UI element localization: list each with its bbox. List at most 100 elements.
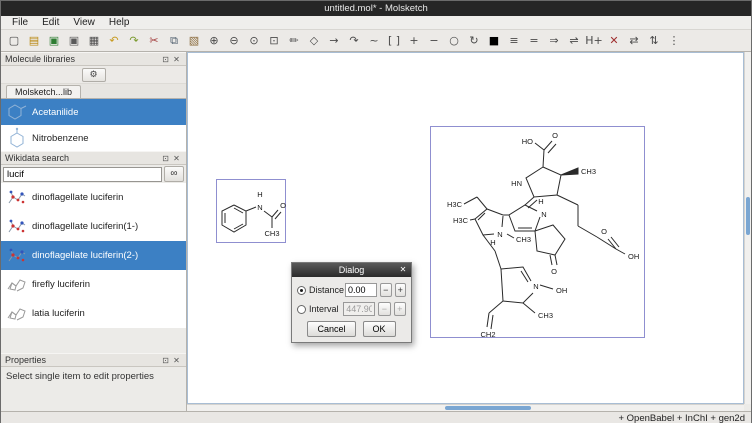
- gear-icon: ⚙: [89, 70, 97, 79]
- float-panel-icon[interactable]: ⊡: [160, 154, 171, 163]
- toolbar-button-glyph: ▦: [89, 35, 99, 46]
- search-button[interactable]: ∞: [164, 166, 184, 182]
- wikidata-result-item[interactable]: latia luciferin: [1, 299, 186, 328]
- bracket-tool-icon[interactable]: [ ]: [384, 31, 404, 50]
- float-panel-icon[interactable]: ⊡: [160, 356, 171, 365]
- copy-icon[interactable]: ⧉: [164, 31, 184, 50]
- titlebar[interactable]: untitled.mol* - Molsketch: [1, 1, 751, 16]
- acetanilide-molecule[interactable]: H N O CH3: [217, 180, 287, 244]
- toolbar-button-glyph: ↶: [109, 35, 118, 46]
- atom-label: O: [601, 227, 607, 236]
- atom-label: N: [257, 203, 262, 212]
- redo-icon[interactable]: ↷: [124, 31, 144, 50]
- vertical-scrollbar[interactable]: [744, 52, 751, 404]
- charge-plus-tool-icon[interactable]: +: [404, 31, 424, 50]
- library-item-label: Nitrobenzene: [32, 133, 89, 144]
- equilibrium-arrow-icon[interactable]: ⇌: [564, 31, 584, 50]
- horizontal-scrollbar-thumb[interactable]: [445, 406, 531, 410]
- dialog-title: Dialog: [339, 265, 365, 275]
- color-picker-icon[interactable]: ■: [484, 31, 504, 50]
- distance-increment-button[interactable]: +: [395, 283, 407, 297]
- interval-radio[interactable]: [297, 305, 306, 314]
- options-menu-icon[interactable]: ⋮: [664, 31, 684, 50]
- float-panel-icon[interactable]: ⊡: [160, 55, 171, 64]
- close-icon[interactable]: ✕: [397, 264, 409, 276]
- bond-width-icon[interactable]: ≡: [504, 31, 524, 50]
- wikidata-results-list: dinoflagellate luciferin dinoflagellate …: [1, 183, 186, 328]
- menu-item[interactable]: View: [66, 16, 102, 29]
- toolbar-button-glyph: →: [329, 35, 338, 46]
- distance-row: Distance − +: [297, 283, 406, 297]
- paste-icon[interactable]: ▧: [184, 31, 204, 50]
- dialog-titlebar[interactable]: Dialog ✕: [292, 263, 411, 277]
- close-panel-icon[interactable]: ✕: [171, 356, 182, 365]
- wikidata-result-item[interactable]: dinoflagellate luciferin(1-): [1, 212, 186, 241]
- retro-arrow-icon[interactable]: ⇒: [544, 31, 564, 50]
- flip-vertical-icon[interactable]: ⇅: [644, 31, 664, 50]
- interval-input[interactable]: [343, 302, 375, 316]
- luciferin-molecule[interactable]: HO O CH3 HN H N H3C H3C N H CH3 O O OH: [431, 127, 646, 339]
- distance-decrement-button[interactable]: −: [380, 283, 392, 297]
- toolbar-button-glyph: ↷: [349, 35, 358, 46]
- lasso-tool-icon[interactable]: ~: [364, 31, 384, 50]
- hydrogen-add-icon[interactable]: H+: [584, 31, 604, 50]
- draw-tool-icon[interactable]: ✏: [284, 31, 304, 50]
- print-icon[interactable]: ▦: [84, 31, 104, 50]
- toolbar-button-glyph: ▣: [49, 35, 59, 46]
- bond-lines: [222, 205, 281, 232]
- search-input[interactable]: [3, 167, 162, 182]
- menu-item[interactable]: Edit: [35, 16, 66, 29]
- rotate-tool-icon[interactable]: ↻: [464, 31, 484, 50]
- double-bond-icon[interactable]: =: [524, 31, 544, 50]
- library-item[interactable]: Nitrobenzene: [1, 125, 186, 151]
- toolbar-button-glyph: ↷: [129, 35, 138, 46]
- cut-icon[interactable]: ✂: [144, 31, 164, 50]
- menu-item[interactable]: Help: [102, 16, 137, 29]
- vertical-scrollbar-thumb[interactable]: [746, 197, 750, 235]
- interval-decrement-button[interactable]: −: [378, 302, 390, 316]
- toolbar-button-glyph: ▤: [29, 35, 39, 46]
- new-document-icon[interactable]: ▢: [4, 31, 24, 50]
- drawing-canvas[interactable]: H N O CH3: [187, 52, 744, 404]
- flip-horizontal-icon[interactable]: ⇄: [624, 31, 644, 50]
- close-panel-icon[interactable]: ✕: [171, 154, 182, 163]
- result-label: dinoflagellate luciferin(1-): [32, 221, 138, 232]
- library-item[interactable]: Acetanilide: [1, 99, 186, 125]
- wikidata-search-title: Wikidata search: [5, 153, 160, 163]
- selection-box[interactable]: H N O CH3: [216, 179, 286, 243]
- delete-tool-icon[interactable]: ✕: [604, 31, 624, 50]
- horizontal-scrollbar[interactable]: [187, 404, 744, 411]
- ok-button[interactable]: OK: [363, 321, 396, 337]
- interval-label: Interval: [309, 304, 340, 314]
- wikidata-result-item[interactable]: firefly luciferin: [1, 270, 186, 299]
- zoom-original-icon[interactable]: ⊙: [244, 31, 264, 50]
- cancel-button[interactable]: Cancel: [307, 321, 355, 337]
- close-panel-icon[interactable]: ✕: [171, 55, 182, 64]
- open-file-icon[interactable]: ▤: [24, 31, 44, 50]
- ring-tool-icon[interactable]: ◇: [304, 31, 324, 50]
- cyclohexane-ring-tool-icon[interactable]: ○: [444, 31, 464, 50]
- atom-label: OH: [628, 252, 639, 261]
- save-as-icon[interactable]: ▣: [64, 31, 84, 50]
- library-list: Acetanilide Nitrobenzene: [1, 99, 186, 151]
- reaction-arrow-tool-icon[interactable]: →: [324, 31, 344, 50]
- tab-molsketch-lib[interactable]: Molsketch...lib: [6, 85, 81, 98]
- atom-label: H: [538, 197, 543, 206]
- atom-label: O: [552, 131, 558, 140]
- zoom-out-icon[interactable]: ⊖: [224, 31, 244, 50]
- distance-input[interactable]: [345, 283, 377, 297]
- undo-icon[interactable]: ↶: [104, 31, 124, 50]
- selection-box[interactable]: HO O CH3 HN H N H3C H3C N H CH3 O O OH: [430, 126, 645, 338]
- wikidata-result-item[interactable]: dinoflagellate luciferin(2-): [1, 241, 186, 270]
- distance-radio[interactable]: [297, 286, 306, 295]
- save-icon[interactable]: ▣: [44, 31, 64, 50]
- library-options-button[interactable]: ⚙: [82, 68, 106, 82]
- zoom-fit-icon[interactable]: ⊡: [264, 31, 284, 50]
- charge-minus-tool-icon[interactable]: −: [424, 31, 444, 50]
- interval-increment-button[interactable]: +: [394, 302, 406, 316]
- menu-item[interactable]: File: [5, 16, 35, 29]
- zoom-in-icon[interactable]: ⊕: [204, 31, 224, 50]
- toolbar-button-glyph: ▣: [69, 35, 79, 46]
- mechanism-arrow-tool-icon[interactable]: ↷: [344, 31, 364, 50]
- wikidata-result-item[interactable]: dinoflagellate luciferin: [1, 183, 186, 212]
